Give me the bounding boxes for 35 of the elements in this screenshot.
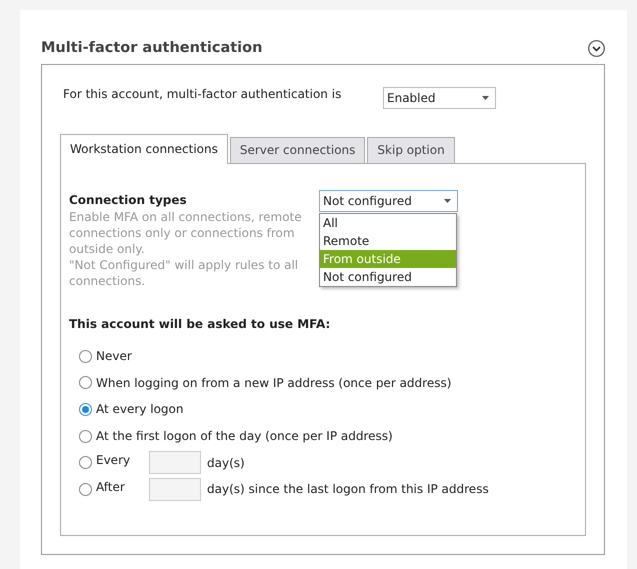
collapse-icon[interactable] (588, 40, 605, 56)
day-count-field[interactable] (149, 478, 201, 501)
radio-button[interactable] (79, 482, 92, 496)
radio-button[interactable] (79, 350, 92, 363)
radio-button[interactable] (79, 456, 92, 470)
status-dropdown[interactable]: Enabled (383, 87, 496, 109)
status-label: For this account, multi-factor authentication is (63, 86, 342, 103)
caret-icon (444, 199, 451, 203)
description-text: Enable MFA on all connections, remote connections only or connections from outside only. (69, 209, 303, 257)
dropdown-value: Enabled (387, 90, 436, 107)
caret-icon (482, 96, 489, 100)
option-label: Every (96, 452, 132, 470)
dropdown-option[interactable]: Remote (320, 232, 456, 250)
dropdown-option[interactable]: Not configured (320, 268, 456, 286)
option-label: Never (96, 348, 132, 366)
description-text: "Not Configured" will apply rules to all connections. (69, 257, 300, 289)
tab[interactable]: Workstation connections (60, 134, 228, 164)
option-suffix: day(s) (207, 454, 245, 472)
option-suffix: day(s) since the last logon from this IP address (207, 481, 489, 498)
tab[interactable]: Skip option (367, 137, 455, 163)
mfa-heading: This account will be asked to use MFA: (69, 316, 332, 333)
option-label: At every logon (96, 401, 184, 418)
tab[interactable]: Server connections (230, 137, 366, 163)
option-label: After (96, 478, 126, 496)
option-label: At the first logon of the day (once per IP address) (96, 428, 393, 446)
dropdown-value: Not configured (323, 193, 412, 210)
section-title: Multi-factor authentication (41, 39, 262, 58)
connection-types-label: Connection types (69, 192, 188, 209)
connection-types-dropdown[interactable]: Not configured (319, 190, 458, 212)
dropdown-option[interactable]: All (320, 214, 456, 232)
radio-button[interactable] (79, 376, 92, 390)
radio-button[interactable] (79, 402, 92, 416)
option-label: When logging on from a new IP address (once per address) (96, 374, 452, 392)
radio-button[interactable] (79, 430, 92, 443)
day-count-field[interactable] (149, 451, 201, 474)
